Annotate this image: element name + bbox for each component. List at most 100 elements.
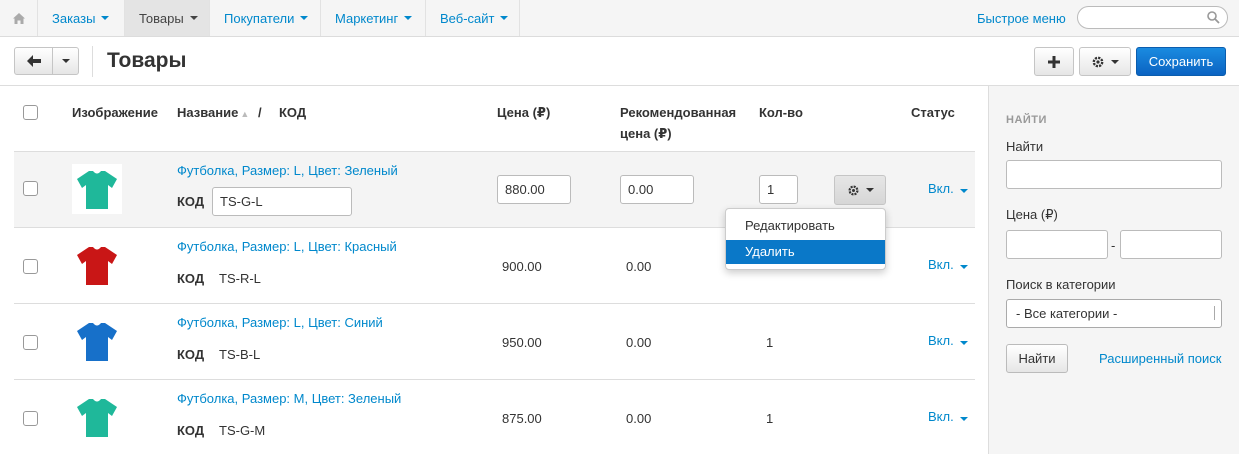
- status-label: Вкл.: [928, 257, 954, 272]
- qty-input[interactable]: 1: [759, 175, 798, 204]
- select-arrow-icon: [1214, 306, 1219, 320]
- tshirt-icon: [77, 399, 117, 437]
- status-label: Вкл.: [928, 333, 954, 348]
- quick-menu-link[interactable]: Быстрое меню: [977, 11, 1066, 26]
- price-value: 950.00: [502, 335, 542, 350]
- chevron-down-icon: [865, 188, 874, 192]
- nav-item-customers[interactable]: Покупатели: [210, 0, 321, 36]
- header-rec-price[interactable]: Рекомендованная цена (₽): [620, 105, 736, 142]
- chevron-down-icon: [1111, 59, 1119, 64]
- search-input[interactable]: [1088, 10, 1203, 24]
- nav-item-orders[interactable]: Заказы: [38, 0, 125, 36]
- product-name-link[interactable]: Футболка, Размер: M, Цвет: Зеленый: [177, 391, 401, 406]
- status-dropdown[interactable]: Вкл.: [928, 181, 968, 196]
- code-value: TS-B-L: [219, 347, 261, 362]
- plus-icon: [1048, 55, 1060, 68]
- search-icon[interactable]: [1207, 11, 1220, 24]
- nav-item-products[interactable]: Товары: [125, 0, 210, 36]
- row-checkbox[interactable]: [23, 411, 38, 426]
- header-status[interactable]: Статус: [911, 105, 955, 120]
- status-dropdown[interactable]: Вкл.: [928, 409, 968, 424]
- gear-icon: [847, 184, 859, 196]
- price-input[interactable]: 880.00: [497, 175, 571, 204]
- row-checkbox[interactable]: [23, 259, 38, 274]
- code-label: КОД: [177, 194, 205, 209]
- price-from-input[interactable]: [1006, 230, 1108, 259]
- price-to-input[interactable]: [1120, 230, 1222, 259]
- product-name-link[interactable]: Футболка, Размер: L, Цвет: Красный: [177, 239, 397, 254]
- code-value: TS-G-M: [219, 423, 266, 438]
- tshirt-icon: [77, 171, 117, 209]
- find-label: Найти: [1006, 139, 1044, 154]
- chevron-down-icon: [61, 59, 70, 63]
- product-name-link[interactable]: Футболка, Размер: L, Цвет: Зеленый: [177, 163, 398, 178]
- price-value: 900.00: [502, 259, 542, 274]
- status-label: Вкл.: [928, 181, 954, 196]
- arrow-left-icon: [26, 55, 41, 67]
- settings-button[interactable]: [1079, 47, 1131, 76]
- product-image[interactable]: [72, 392, 122, 442]
- top-search: [1077, 6, 1228, 29]
- row-actions-button[interactable]: [834, 175, 886, 205]
- table-header: Изображение Название ▲ / КОД Цена (₽) Рек…: [14, 86, 975, 152]
- find-button[interactable]: Найти: [1006, 344, 1068, 373]
- page-title: Товары: [107, 49, 187, 72]
- chevron-down-icon: [404, 16, 413, 20]
- header-price[interactable]: Цена (₽): [497, 105, 550, 121]
- product-name-link[interactable]: Футболка, Размер: L, Цвет: Синий: [177, 315, 383, 330]
- chevron-down-icon: [959, 417, 968, 421]
- title-divider: [92, 46, 93, 77]
- status-dropdown[interactable]: Вкл.: [928, 257, 968, 272]
- nav-item-label: Маркетинг: [335, 10, 399, 26]
- product-image[interactable]: [72, 316, 122, 366]
- menu-item-delete[interactable]: Удалить: [726, 240, 885, 264]
- select-all-checkbox[interactable]: [23, 105, 38, 120]
- header-qty[interactable]: Кол-во: [759, 105, 803, 120]
- price-range-separator: -: [1111, 238, 1116, 253]
- back-button[interactable]: [14, 47, 53, 75]
- nav-item-label: Товары: [139, 10, 184, 26]
- menu-item-edit[interactable]: Редактировать: [726, 214, 885, 238]
- chevron-down-icon: [959, 265, 968, 269]
- row-checkbox[interactable]: [23, 335, 38, 350]
- tshirt-icon: [77, 323, 117, 361]
- tshirt-shape: [77, 323, 117, 361]
- nav-item-website[interactable]: Веб-сайт: [426, 0, 520, 36]
- header-image: Изображение: [72, 105, 158, 120]
- rec-price-input[interactable]: 0.00: [620, 175, 694, 204]
- sort-asc-icon: ▲: [240, 109, 250, 119]
- home-button[interactable]: [0, 0, 38, 36]
- category-select-value: - Все категории -: [1016, 306, 1118, 321]
- code-input[interactable]: TS-G-L: [212, 187, 352, 216]
- header-name-label: Название: [177, 105, 239, 120]
- gear-icon: [1092, 56, 1104, 67]
- add-product-button[interactable]: [1034, 47, 1074, 76]
- top-navigation: Заказы Товары Покупатели Маркетинг Веб-с…: [0, 0, 1239, 37]
- search-sidebar: НАЙТИ Найти Цена (₽) - Поиск в категории…: [988, 86, 1239, 454]
- nav-item-label: Веб-сайт: [440, 10, 495, 26]
- nav-item-marketing[interactable]: Маркетинг: [321, 0, 426, 36]
- home-icon: [12, 12, 25, 24]
- header-code[interactable]: КОД: [279, 105, 306, 120]
- back-dropdown-button[interactable]: [52, 47, 79, 75]
- advanced-search-link[interactable]: Расширенный поиск: [1099, 351, 1221, 366]
- header-name[interactable]: Название ▲: [177, 105, 249, 120]
- row-checkbox[interactable]: [23, 181, 38, 196]
- price-value: 875.00: [502, 411, 542, 426]
- category-select[interactable]: - Все категории -: [1006, 299, 1222, 328]
- qty-value: 1: [766, 411, 774, 426]
- product-image[interactable]: [72, 164, 122, 214]
- code-label: КОД: [177, 271, 205, 286]
- tshirt-shape: [77, 171, 117, 209]
- status-dropdown[interactable]: Вкл.: [928, 333, 968, 348]
- find-input[interactable]: [1006, 160, 1222, 189]
- chevron-down-icon: [189, 16, 198, 20]
- header-rec-price-line1: Рекомендованная: [620, 105, 737, 120]
- tshirt-shape: [77, 399, 117, 437]
- category-label: Поиск в категории: [1006, 277, 1116, 292]
- header-rec-price-line2: цена (₽): [620, 126, 672, 141]
- header-separator: /: [258, 105, 262, 120]
- save-button[interactable]: Сохранить: [1136, 47, 1226, 76]
- product-image[interactable]: [72, 240, 122, 290]
- rec-price-value: 0.00: [626, 259, 652, 274]
